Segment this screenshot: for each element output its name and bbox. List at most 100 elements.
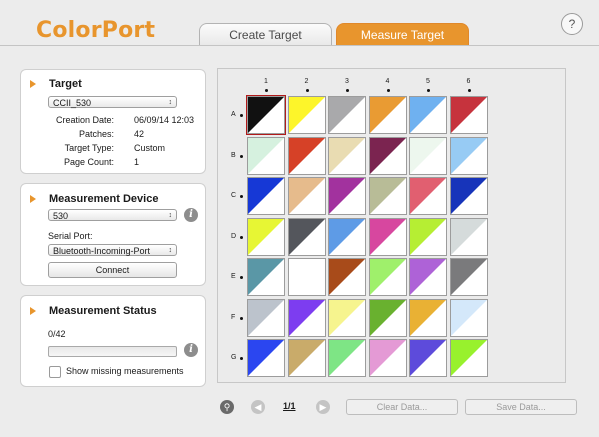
patch-f4[interactable]: [368, 298, 407, 337]
chevron-updown-icon: ↕: [168, 99, 173, 106]
target-field-label: Patches:: [78, 129, 114, 139]
disclosure-triangle-icon[interactable]: [30, 195, 36, 203]
patch-c3[interactable]: [328, 177, 366, 215]
patch-f6[interactable]: [449, 298, 488, 337]
patch-g6[interactable]: [449, 339, 488, 377]
patch-d5[interactable]: [409, 217, 447, 256]
target-field-value: 06/09/14 12:03: [134, 115, 195, 125]
serial-port-label: Serial Port:: [48, 231, 93, 241]
app-logo: ColorPort: [36, 18, 156, 43]
progress-text: 0/42: [48, 329, 66, 339]
device-select[interactable]: 530 ↕: [48, 209, 177, 221]
show-missing-checkbox[interactable]: [49, 366, 61, 378]
row-marker: [240, 195, 243, 198]
disclosure-triangle-icon[interactable]: [30, 307, 36, 315]
arrow-right-icon[interactable]: ▶: [316, 400, 330, 414]
column-label: 2: [304, 78, 309, 85]
column-marker: [427, 89, 430, 92]
patch-g1[interactable]: [247, 339, 285, 377]
patch-e3[interactable]: [328, 258, 366, 296]
patch-c1[interactable]: [247, 177, 285, 215]
column-label: 6: [466, 78, 471, 85]
info-icon[interactable]: i: [184, 343, 198, 357]
magnifier-icon[interactable]: ⚲: [220, 400, 234, 414]
patch-d4[interactable]: [368, 217, 407, 256]
info-icon[interactable]: i: [184, 208, 198, 222]
patch-c4[interactable]: [368, 177, 407, 215]
patch-d6[interactable]: [449, 217, 488, 256]
patch-grid: 123456ABCDEFG: [217, 68, 566, 383]
patch-e4[interactable]: [368, 258, 407, 296]
column-marker: [265, 89, 268, 92]
patch-g2[interactable]: [287, 339, 326, 377]
column-marker: [386, 89, 390, 92]
target-field-label: Page Count:: [63, 157, 114, 167]
patch-f5[interactable]: [409, 298, 447, 337]
patch-a5[interactable]: [409, 96, 447, 134]
status-panel: Measurement Status 0/42 i Show missing m…: [20, 295, 206, 387]
patch-b3[interactable]: [328, 136, 366, 175]
patch-b5[interactable]: [409, 136, 447, 175]
target-select[interactable]: CCII_530 ↕: [48, 96, 177, 108]
show-missing-label: Show missing measurements: [66, 366, 184, 376]
patch-g3[interactable]: [328, 339, 366, 377]
help-button[interactable]: ?: [561, 13, 583, 35]
column-marker: [346, 89, 349, 92]
serial-port-select[interactable]: Bluetooth-Incoming-Port ↕: [48, 244, 177, 256]
column-marker: [305, 89, 309, 92]
tab-measure-target[interactable]: Measure Target: [336, 23, 469, 46]
chevron-updown-icon: ↕: [168, 212, 173, 219]
arrow-left-icon[interactable]: ◀: [251, 400, 265, 414]
patch-a6[interactable]: [449, 96, 488, 134]
target-field-label: Creation Date:: [55, 115, 114, 125]
chevron-updown-icon: ↕: [168, 247, 173, 254]
patch-b4[interactable]: [368, 136, 407, 175]
device-select-value: 530: [53, 211, 69, 221]
patch-e5[interactable]: [409, 258, 447, 296]
patch-a1[interactable]: [246, 95, 286, 135]
patch-e6[interactable]: [449, 258, 488, 296]
patch-f2[interactable]: [287, 298, 326, 337]
patch-c6[interactable]: [449, 177, 488, 215]
patch-e1[interactable]: [247, 258, 285, 296]
target-field-value: Custom: [134, 143, 166, 153]
patch-d3[interactable]: [328, 217, 366, 256]
connect-button[interactable]: Connect: [48, 262, 177, 278]
patch-b2[interactable]: [287, 136, 326, 175]
target-field-label: Target Type:: [64, 143, 114, 153]
column-marker: [467, 89, 471, 92]
patch-g4[interactable]: [368, 339, 407, 377]
column-label: 4: [385, 78, 390, 85]
page-indicator: 1/1: [283, 401, 296, 411]
tab-divider: [0, 45, 599, 46]
patch-c5[interactable]: [409, 177, 447, 215]
row-marker: [240, 154, 243, 158]
patch-e2[interactable]: [287, 258, 326, 296]
target-field-value: 42: [134, 129, 145, 139]
target-panel: Target CCII_530 ↕ Creation Date: 06/09/14…: [20, 69, 206, 174]
patch-a4[interactable]: [368, 96, 407, 134]
patch-d1[interactable]: [247, 217, 285, 256]
patch-f1[interactable]: [247, 298, 285, 337]
column-label: 1: [264, 78, 268, 85]
target-title: Target: [49, 78, 82, 90]
patch-f3[interactable]: [328, 298, 366, 337]
clear-data-button[interactable]: Clear Data...: [346, 399, 458, 415]
disclosure-triangle-icon[interactable]: [30, 80, 36, 88]
patch-b6[interactable]: [449, 136, 488, 175]
target-field-value: 1: [134, 157, 140, 167]
patch-a2[interactable]: [287, 96, 326, 134]
patch-g5[interactable]: [409, 339, 447, 377]
row-marker: [240, 357, 243, 360]
patch-b1[interactable]: [247, 136, 285, 175]
status-title: Measurement Status: [49, 305, 157, 317]
device-title: Measurement Device: [49, 193, 159, 205]
patch-d2[interactable]: [287, 217, 326, 256]
patch-a3[interactable]: [328, 96, 366, 134]
patch-c2[interactable]: [287, 177, 326, 215]
row-marker: [240, 114, 243, 117]
tab-create-target[interactable]: Create Target: [199, 23, 332, 46]
row-marker: [240, 316, 243, 320]
save-data-button[interactable]: Save Data...: [465, 399, 577, 415]
row-marker: [240, 276, 243, 279]
